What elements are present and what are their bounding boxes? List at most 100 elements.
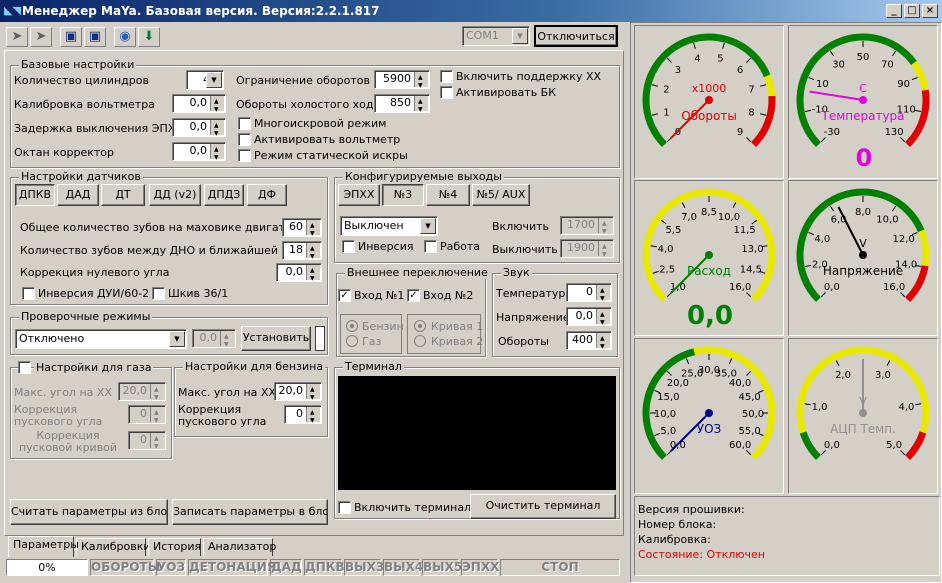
- teeth-between-field[interactable]: 18: [282, 241, 322, 265]
- output-tab[interactable]: №5/ AUX: [472, 184, 530, 206]
- gas-settings-checkbox[interactable]: [18, 361, 31, 374]
- download-icon[interactable]: ⬇: [138, 27, 160, 47]
- xx-support-checkbox[interactable]: [440, 70, 453, 83]
- spinner-icon[interactable]: [150, 405, 164, 429]
- benzin-radio[interactable]: [346, 320, 358, 332]
- gauge-tick: [835, 360, 840, 367]
- sensor-tab[interactable]: ДТ: [101, 184, 145, 206]
- sound-title: Звук: [501, 266, 532, 279]
- input1-checkbox[interactable]: ✓: [338, 289, 351, 302]
- maximize-button[interactable]: □: [904, 4, 920, 18]
- output-tab[interactable]: №3: [382, 184, 424, 206]
- zero-angle-field[interactable]: 0,0: [276, 263, 322, 287]
- spinner-icon[interactable]: [306, 382, 320, 406]
- arrow-left-icon[interactable]: ➤: [30, 27, 52, 47]
- spinner-icon[interactable]: [596, 331, 610, 355]
- pulley-checkbox[interactable]: [152, 287, 165, 300]
- spinner-icon[interactable]: [306, 405, 320, 429]
- gauge-hub: [859, 409, 867, 417]
- sensor-tab[interactable]: ДПКВ: [15, 184, 55, 206]
- output-mode-select[interactable]: Выключен ▼: [340, 216, 438, 236]
- main-tab[interactable]: История: [148, 538, 201, 556]
- main-tab[interactable]: Параметры: [8, 536, 79, 557]
- save-as-icon[interactable]: ▣: [84, 27, 106, 47]
- read-params-button[interactable]: Считать параметры из блока: [10, 499, 168, 525]
- multispark-checkbox[interactable]: [238, 117, 251, 130]
- check-value-field[interactable]: 0,0: [192, 329, 236, 353]
- spinner-icon[interactable]: [596, 283, 610, 307]
- spinner-icon[interactable]: [150, 382, 164, 406]
- disconnect-button[interactable]: Отключиться: [534, 25, 618, 47]
- sound-rpm-field[interactable]: 400: [566, 331, 612, 355]
- spinner-icon[interactable]: [596, 307, 610, 331]
- main-tab[interactable]: Калибровки: [76, 538, 151, 556]
- petrol-start-field[interactable]: 0: [284, 405, 322, 429]
- spinner-icon[interactable]: [414, 94, 428, 118]
- main-tab[interactable]: Анализатор: [203, 538, 276, 556]
- gauge-zone: [917, 229, 930, 267]
- spinner-icon[interactable]: [306, 218, 320, 242]
- sensor-tab[interactable]: ДД (v2): [149, 184, 201, 206]
- dui-inversion-checkbox[interactable]: [22, 287, 35, 300]
- output-tab[interactable]: №4: [426, 184, 470, 206]
- chevron-down-icon[interactable]: ▼: [169, 331, 185, 347]
- chevron-down-icon[interactable]: ▼: [206, 72, 222, 88]
- set-button[interactable]: Установить: [241, 326, 311, 351]
- write-params-button[interactable]: Записать параметры в блок: [172, 499, 328, 525]
- output-mode-value: Выключен: [344, 219, 404, 232]
- input2-checkbox[interactable]: ✓: [407, 289, 420, 302]
- sound-volt-field[interactable]: 0,0: [566, 307, 612, 331]
- arrow-right-icon[interactable]: ➤: [6, 27, 28, 47]
- cylinders-select[interactable]: 4▼: [186, 70, 224, 90]
- save-icon[interactable]: ▣: [60, 27, 82, 47]
- epxx-delay-field[interactable]: 0,0: [172, 118, 226, 142]
- close-button[interactable]: ×: [922, 4, 938, 18]
- voltmeter-checkbox[interactable]: [238, 133, 251, 146]
- minimize-button[interactable]: _: [886, 4, 902, 18]
- sensor-tab[interactable]: ДФ: [247, 184, 287, 206]
- output-on-field[interactable]: 1700: [560, 216, 614, 240]
- petrol-xx-field[interactable]: 20,0: [274, 382, 322, 406]
- gas-start-field[interactable]: 0: [128, 405, 166, 429]
- terminal-output[interactable]: [338, 376, 616, 490]
- octane-field[interactable]: 0,0: [172, 142, 226, 166]
- bk-checkbox[interactable]: [440, 86, 453, 99]
- static-spark-checkbox[interactable]: [238, 149, 251, 162]
- teeth-field[interactable]: 60: [282, 218, 322, 242]
- check-mode-select[interactable]: Отключено ▼: [15, 329, 187, 349]
- chevron-down-icon[interactable]: ▼: [512, 28, 528, 44]
- gas-curve-field[interactable]: 0: [128, 431, 166, 455]
- spinner-icon[interactable]: [220, 329, 234, 353]
- spinner-icon[interactable]: [414, 70, 428, 94]
- clear-terminal-button[interactable]: Очистить терминал: [470, 494, 616, 519]
- terminal-enable-checkbox[interactable]: [338, 501, 351, 514]
- chevron-down-icon[interactable]: ▼: [420, 218, 436, 234]
- output-tab[interactable]: ЭПХХ: [338, 184, 380, 206]
- globe-icon[interactable]: ◉: [114, 27, 136, 47]
- curve1-radio[interactable]: [414, 320, 426, 332]
- output-off-field[interactable]: 1900: [560, 239, 614, 263]
- petrol-xx-label: Макс. угол на XX: [178, 386, 276, 399]
- spinner-icon[interactable]: [306, 241, 320, 265]
- spinner-icon[interactable]: [150, 431, 164, 455]
- spinner-icon[interactable]: [306, 263, 320, 287]
- idle-rpm-field[interactable]: 850: [374, 94, 430, 118]
- spinner-icon[interactable]: [210, 118, 224, 142]
- sensor-tab[interactable]: ДПДЗ: [204, 184, 244, 206]
- spinner-icon[interactable]: [598, 239, 612, 263]
- com-port-select[interactable]: COM1 ▼: [462, 26, 530, 46]
- rev-limit-field[interactable]: 5900: [374, 70, 430, 94]
- sensor-tab[interactable]: ДАД: [57, 184, 99, 206]
- gas-xx-field[interactable]: 20,0: [118, 382, 166, 406]
- sound-temp-field[interactable]: 0: [566, 283, 612, 307]
- voltmeter-calib-field[interactable]: 0,0: [172, 94, 226, 118]
- com-port-value: COM1: [466, 29, 499, 42]
- curve2-radio[interactable]: [414, 335, 426, 347]
- spinner-icon[interactable]: [210, 94, 224, 118]
- gas-radio[interactable]: [346, 335, 358, 347]
- gauge-dial: 1,02,54,05,57,0 8,5 10,011,513,014,516,0Ра…: [642, 188, 776, 303]
- output-inversion-checkbox[interactable]: [342, 240, 355, 253]
- output-work-checkbox[interactable]: [424, 240, 437, 253]
- spinner-icon[interactable]: [210, 142, 224, 166]
- spinner-icon[interactable]: [598, 216, 612, 240]
